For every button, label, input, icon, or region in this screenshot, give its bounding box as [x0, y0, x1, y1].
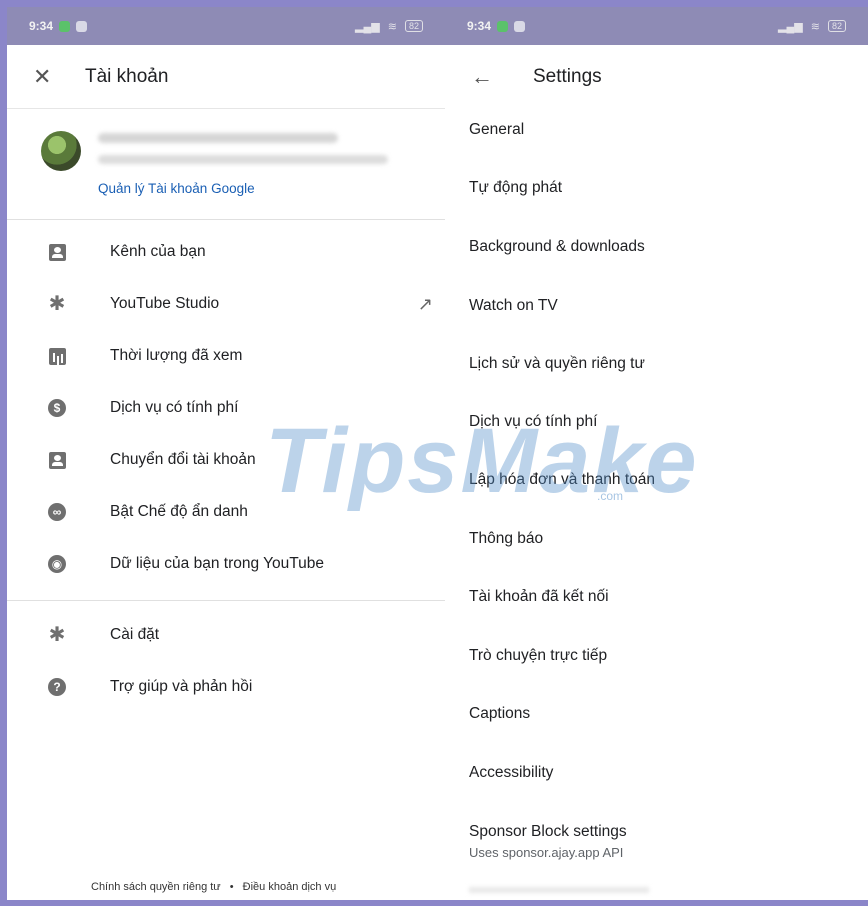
settings-item-label: Accessibility — [469, 764, 554, 781]
page-title: Settings — [533, 66, 602, 87]
settings-item-live-chat[interactable]: Trò chuyện trực tiếp — [469, 647, 607, 665]
wifi-icon: ≋ — [387, 20, 397, 33]
dollar-icon: $ — [48, 399, 66, 417]
menu-item-label: Chuyển đổi tài khoản — [110, 451, 256, 468]
menu-item-help-feedback[interactable]: ? Trợ giúp và phản hồi — [7, 661, 445, 713]
settings-item-label: Background & downloads — [469, 238, 645, 255]
settings-item-accessibility[interactable]: Accessibility — [469, 764, 553, 782]
screenshot-frame: 9:34 ▂▄▆ ≋ 82 ✕ Tài khoản Quản lý Tài kh… — [7, 7, 868, 900]
settings-item-general[interactable]: General — [469, 121, 524, 139]
settings-item-background-downloads[interactable]: Background & downloads — [469, 238, 645, 256]
menu-item-incognito[interactable]: ∞ Bật Chế độ ẩn danh — [7, 486, 445, 538]
page-title: Tài khoản — [85, 65, 169, 87]
app-bar: ✕ Tài khoản — [7, 45, 445, 109]
shield-icon: ◉ — [48, 555, 66, 573]
settings-item-captions[interactable]: Captions — [469, 705, 530, 723]
menu-item-settings[interactable]: ✱ Cài đặt — [7, 609, 445, 661]
settings-item-sublabel: Uses sponsor.ajay.app API — [469, 845, 624, 860]
menu-item-label: Dịch vụ có tính phí — [110, 399, 239, 416]
settings-item-notifications[interactable]: Thông báo — [469, 530, 543, 548]
settings-item-paid-services[interactable]: Dịch vụ có tính phí — [469, 413, 597, 431]
settings-item-label: General — [469, 121, 525, 138]
settings-item-label: Sponsor Block settings — [469, 823, 627, 840]
help-icon: ? — [48, 678, 66, 696]
settings-item-autoplay[interactable]: Tự động phát — [469, 179, 562, 197]
settings-item-sponsor-block[interactable]: Sponsor Block settings Uses sponsor.ajay… — [469, 823, 627, 860]
signal-icon: ▂▄▆ — [778, 20, 803, 33]
notification-icon — [514, 20, 526, 32]
account-panel: 9:34 ▂▄▆ ≋ 82 ✕ Tài khoản Quản lý Tài kh… — [7, 7, 445, 900]
settings-item-history-privacy[interactable]: Lịch sử và quyền riêng tư — [469, 355, 645, 373]
manage-google-account-link[interactable]: Quản lý Tài khoản Google — [98, 181, 255, 196]
settings-panel: 9:34 ▂▄▆ ≋ 82 ← Settings General Tự động… — [445, 7, 868, 900]
terms-of-service-link[interactable]: Điều khoản dịch vụ — [243, 881, 337, 893]
menu-item-your-data[interactable]: ◉ Dữ liệu của bạn trong YouTube — [7, 538, 445, 590]
status-time: 9:34 — [29, 19, 54, 33]
menu-item-paid-services[interactable]: $ Dịch vụ có tính phí — [7, 382, 445, 434]
settings-item-label: Lịch sử và quyền riêng tư — [469, 355, 645, 372]
close-icon[interactable]: ✕ — [33, 64, 73, 90]
settings-item-connected-apps[interactable]: Tài khoản đã kết nối — [469, 588, 609, 606]
settings-item-label: Captions — [469, 705, 531, 722]
wifi-icon: ≋ — [810, 20, 820, 33]
status-bar: 9:34 ▂▄▆ ≋ 82 — [7, 7, 445, 45]
settings-item-label: Lập hóa đơn và thanh toán — [469, 471, 655, 488]
menu-item-your-channel[interactable]: Kênh của bạn — [7, 226, 445, 278]
signal-icon: ▂▄▆ — [355, 20, 380, 33]
settings-item-label: Tài khoản đã kết nối — [469, 588, 609, 605]
separator-dot: • — [229, 881, 234, 893]
account-header: Quản lý Tài khoản Google — [7, 109, 445, 220]
bar-chart-icon — [48, 347, 66, 365]
notification-icon — [76, 20, 88, 32]
privacy-policy-link[interactable]: Chính sách quyền riêng tư — [91, 881, 221, 893]
battery-icon: 82 — [827, 20, 846, 32]
settings-item-label: Dịch vụ có tính phí — [469, 413, 598, 430]
cut-off-item — [469, 887, 649, 893]
menu-item-youtube-studio[interactable]: ✱ YouTube Studio ↗ — [7, 278, 445, 330]
avatar[interactable] — [41, 131, 81, 171]
person-box-icon — [48, 243, 66, 261]
external-link-icon: ↗ — [417, 293, 433, 314]
account-name-redacted — [98, 133, 338, 143]
menu-item-label: Kênh của bạn — [110, 243, 206, 260]
notification-icon — [497, 20, 509, 32]
settings-item-label: Trò chuyện trực tiếp — [469, 647, 608, 664]
settings-menu: ✱ Cài đặt ? Trợ giúp và phản hồi — [7, 609, 445, 713]
settings-item-label: Tự động phát — [469, 179, 563, 196]
menu-item-time-watched[interactable]: Thời lượng đã xem — [7, 330, 445, 382]
account-menu: Kênh của bạn ✱ YouTube Studio ↗ Thời lượ… — [7, 226, 445, 590]
back-arrow-icon[interactable]: ← — [471, 64, 511, 90]
switch-account-icon — [48, 451, 66, 469]
settings-item-watch-on-tv[interactable]: Watch on TV — [469, 297, 558, 315]
menu-item-label: Trợ giúp và phản hồi — [110, 678, 253, 695]
incognito-icon: ∞ — [48, 503, 66, 521]
notification-icon — [59, 20, 71, 32]
divider — [7, 600, 445, 601]
menu-item-label: Cài đặt — [110, 626, 160, 643]
settings-item-label: Thông báo — [469, 530, 544, 547]
status-time: 9:34 — [467, 19, 492, 33]
gear-icon: ✱ — [48, 293, 66, 315]
app-bar: ← Settings — [445, 45, 868, 109]
settings-item-label: Watch on TV — [469, 297, 558, 314]
menu-item-label: Thời lượng đã xem — [110, 347, 243, 364]
menu-item-label: YouTube Studio — [110, 295, 220, 312]
settings-item-billing[interactable]: Lập hóa đơn và thanh toán — [469, 471, 655, 489]
menu-item-label: Bật Chế độ ẩn danh — [110, 503, 248, 520]
gear-icon: ✱ — [48, 624, 66, 646]
account-email-redacted — [98, 155, 388, 164]
menu-item-switch-account[interactable]: Chuyển đổi tài khoản — [7, 434, 445, 486]
footer-links: Chính sách quyền riêng tư • Điều khoản d… — [91, 881, 336, 893]
status-bar: 9:34 ▂▄▆ ≋ 82 — [445, 7, 868, 45]
menu-item-label: Dữ liệu của bạn trong YouTube — [110, 555, 325, 572]
battery-icon: 82 — [404, 20, 423, 32]
